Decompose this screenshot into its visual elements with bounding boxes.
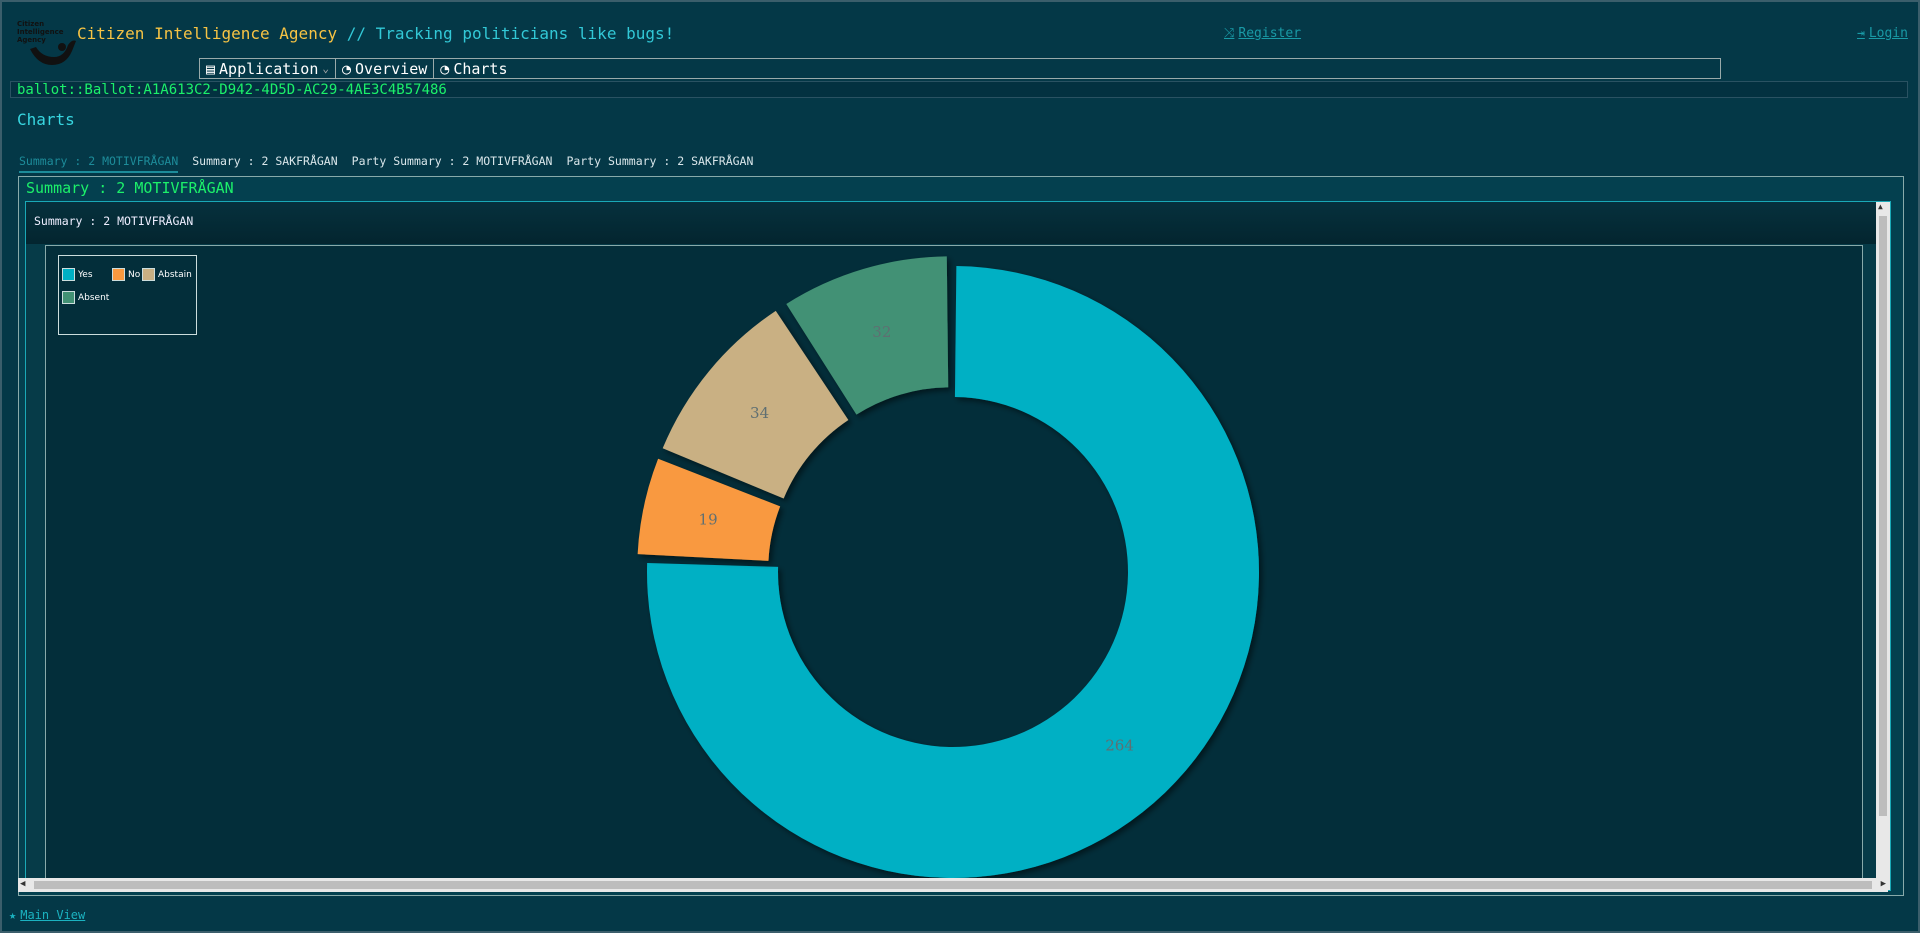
chart-container: Summary : 2 MOTIVFRÅGAN Yes No Abstain A… xyxy=(25,201,1891,891)
tab-summary-motivfragan[interactable]: Summary : 2 MOTIVFRÅGAN xyxy=(19,154,179,173)
star-icon: ★ xyxy=(9,908,17,922)
vertical-scroll-thumb[interactable] xyxy=(1879,216,1887,816)
ballot-id: ballot::Ballot:A1A613C2-D942-4D5D-AC29-4… xyxy=(10,81,1908,98)
donut-chart: 264 19 34 32 xyxy=(637,256,1259,879)
app-title: Citizen Intelligence Agency // Tracking … xyxy=(77,24,674,43)
app-title-tagline: Tracking politicians like bugs! xyxy=(375,24,675,43)
section-title: Charts xyxy=(17,110,75,129)
scroll-right-icon[interactable]: ▶ xyxy=(1881,879,1886,889)
donut-label-absent: 32 xyxy=(872,323,891,341)
chart-title: Summary : 2 MOTIVFRÅGAN xyxy=(34,214,194,228)
sign-in-icon: ⇥ xyxy=(1857,26,1865,41)
panel-title: Summary : 2 MOTIVFRÅGAN xyxy=(26,179,234,197)
tab-party-summary-sakfragan[interactable]: Party Summary : 2 SAKFRÅGAN xyxy=(566,154,753,173)
horizontal-scroll-thumb[interactable] xyxy=(34,881,1872,889)
register-label: Register xyxy=(1238,26,1302,41)
menu-charts-label: Charts xyxy=(453,59,508,78)
bird-logo-icon xyxy=(30,40,76,65)
menu-application[interactable]: ▤ Application ⌄ xyxy=(200,59,336,78)
register-link[interactable]: ⤨ Register xyxy=(1224,26,1301,41)
menu-application-label: Application xyxy=(219,59,319,78)
scroll-up-icon[interactable]: ▲ xyxy=(1878,202,1883,211)
chart-tabs: Summary : 2 MOTIVFRÅGAN Summary : 2 SAKF… xyxy=(19,154,753,173)
donut-label-abstain: 34 xyxy=(750,404,769,422)
donut-label-no: 19 xyxy=(699,510,718,528)
menu-overview-label: Overview xyxy=(355,59,428,78)
login-label: Login xyxy=(1868,26,1908,41)
app-title-main: Citizen Intelligence Agency xyxy=(77,24,338,43)
tab-party-summary-motivfragan[interactable]: Party Summary : 2 MOTIVFRÅGAN xyxy=(352,154,553,173)
chart-header: Summary : 2 MOTIVFRÅGAN xyxy=(26,202,1882,244)
document-icon: ▤ xyxy=(206,59,216,78)
scroll-left-icon[interactable]: ◀ xyxy=(20,879,25,889)
chart-area: Yes No Abstain Absent 264 19 34 32 xyxy=(45,245,1863,890)
horizontal-scrollbar[interactable]: ◀ ▶ xyxy=(18,878,1888,892)
login-link[interactable]: ⇥ Login xyxy=(1857,26,1908,41)
vertical-scrollbar[interactable]: ▲ ▼ xyxy=(1876,202,1890,890)
menu-charts[interactable]: ◔ Charts xyxy=(434,59,513,78)
donut-label-yes: 264 xyxy=(1105,736,1134,754)
logo[interactable]: Citizen Intelligence Agency xyxy=(8,10,76,70)
main-view-label: Main View xyxy=(20,908,86,922)
main-view-link[interactable]: ★ Main View xyxy=(9,908,85,922)
chevron-down-icon: ⌄ xyxy=(322,62,329,75)
tab-summary-sakfragan[interactable]: Summary : 2 SAKFRÅGAN xyxy=(192,154,337,173)
app-title-sep: // xyxy=(337,24,376,43)
chart-panel: Summary : 2 MOTIVFRÅGAN Summary : 2 MOTI… xyxy=(18,176,1904,896)
pie-chart-icon: ◔ xyxy=(342,59,352,78)
pie-chart-icon: ◔ xyxy=(440,59,450,78)
menu-overview[interactable]: ◔ Overview xyxy=(336,59,435,78)
main-menu-bar: ▤ Application ⌄ ◔ Overview ◔ Charts xyxy=(199,58,1721,79)
shuffle-icon: ⤨ xyxy=(1224,26,1235,41)
